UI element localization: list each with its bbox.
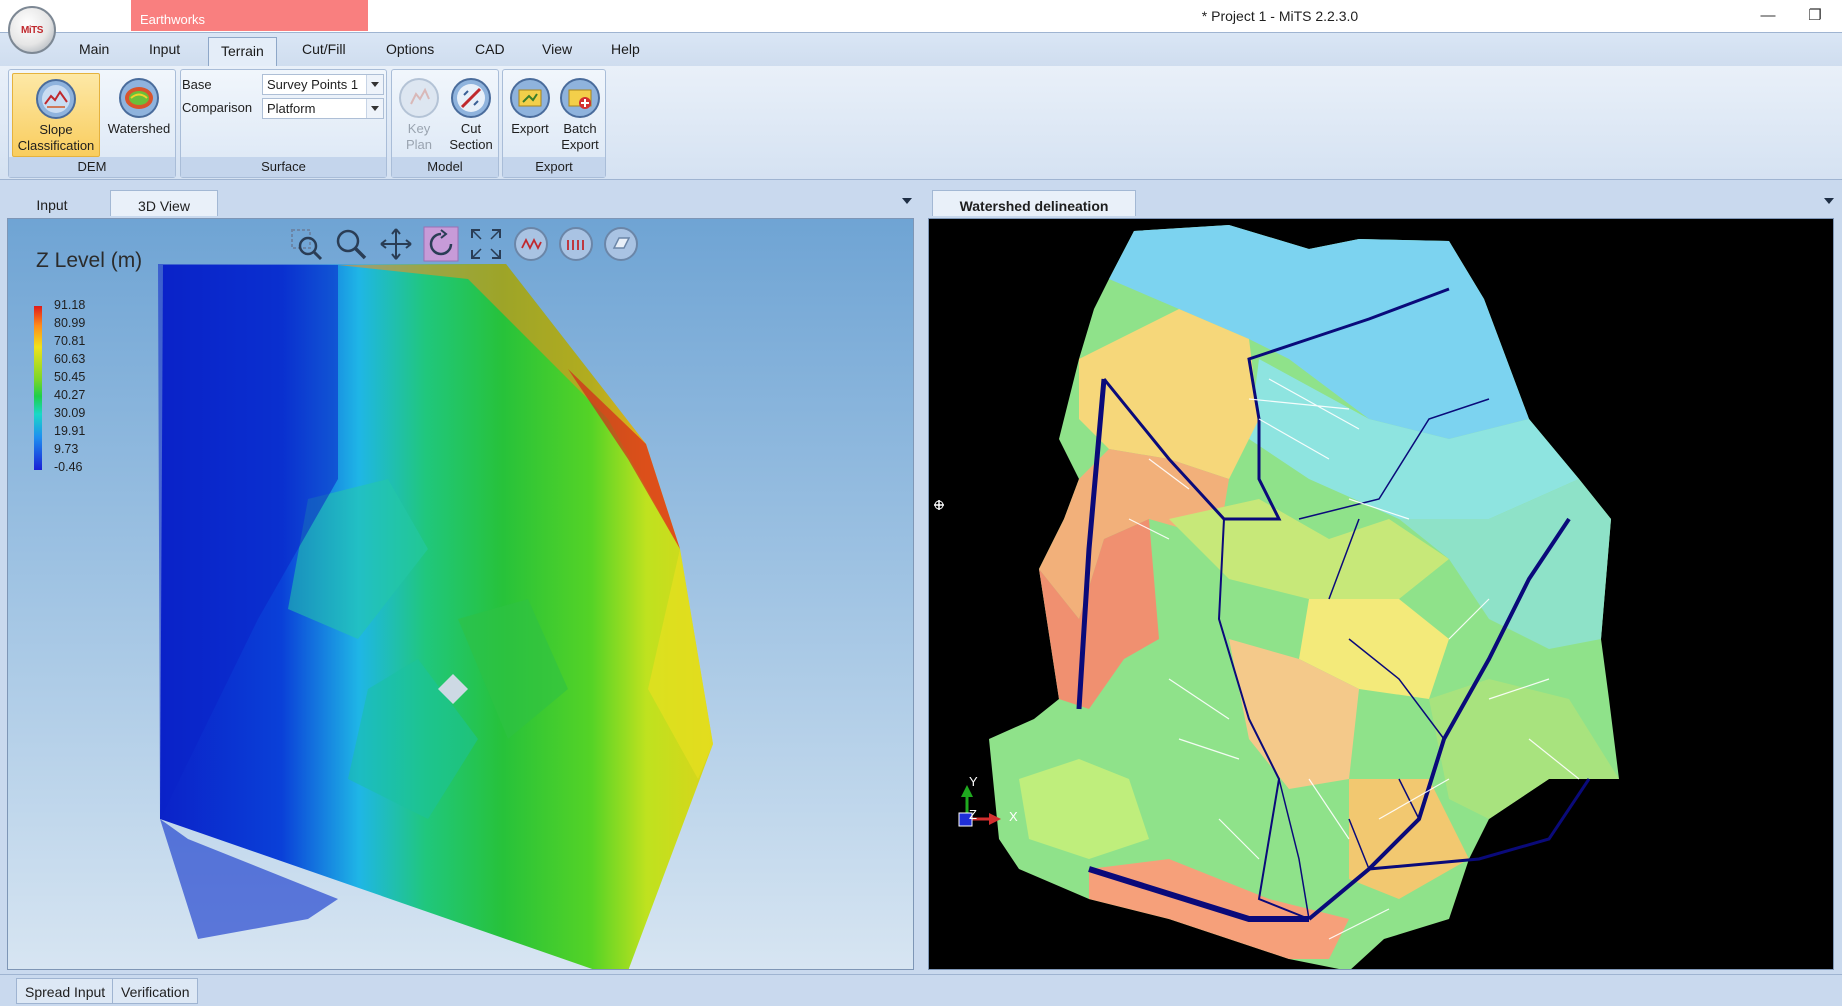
legend-tick: -0.46 — [54, 460, 83, 474]
comparison-select-value: Platform — [267, 101, 316, 116]
tab-help[interactable]: Help — [611, 41, 640, 57]
key-plan-icon — [399, 78, 439, 118]
app-logo-button[interactable]: MiTS — [8, 6, 56, 54]
key-plan-button[interactable]: Key Plan — [394, 73, 444, 157]
batch-export-button[interactable]: Batch Export — [555, 73, 605, 157]
tab-cad[interactable]: CAD — [475, 41, 505, 57]
tab-main[interactable]: Main — [79, 41, 109, 57]
legend-tick: 40.27 — [54, 388, 86, 402]
fill-profile-icon[interactable] — [558, 226, 594, 262]
export-label: Export — [511, 121, 549, 136]
status-bar: Spread Input Verification — [0, 974, 1842, 1006]
watershed-map — [934, 225, 1619, 969]
tab-spread-input[interactable]: Spread Input — [16, 978, 115, 1004]
3d-view-canvas[interactable]: Z Level (m) 91.18 80.99 70.81 60.63 50.4… — [7, 218, 914, 970]
chevron-down-icon[interactable] — [366, 75, 383, 94]
key-plan-label-2: Plan — [405, 137, 433, 152]
tab-cut-fill[interactable]: Cut/Fill — [302, 41, 346, 57]
ribbon-group-dem: Slope Classification Watershed DEM — [8, 69, 176, 178]
legend-tick: 30.09 — [54, 406, 86, 420]
pan-icon[interactable] — [378, 226, 414, 262]
ribbon-group-label-surface: Surface — [181, 157, 386, 177]
transparency-icon[interactable] — [603, 226, 639, 262]
comparison-select[interactable]: Platform — [262, 98, 384, 119]
fit-extents-icon[interactable] — [468, 226, 504, 262]
legend-tick: 50.45 — [54, 370, 86, 384]
legend-color-bar — [34, 306, 42, 470]
title-bar: Earthworks * Project 1 - MiTS 2.2.3.0 — … — [0, 0, 1842, 32]
tab-view[interactable]: View — [542, 41, 572, 57]
chevron-down-icon[interactable] — [902, 198, 912, 204]
watershed-canvas[interactable]: Y Z X — [928, 218, 1834, 970]
app-logo-text: MiTS — [21, 24, 43, 36]
watershed-label: Watershed — [107, 121, 171, 136]
cut-section-label-1: Cut — [460, 121, 482, 136]
comparison-label: Comparison — [182, 100, 253, 115]
chevron-down-icon[interactable] — [366, 99, 383, 118]
cut-profile-icon[interactable] — [513, 226, 549, 262]
base-label: Base — [182, 77, 212, 92]
batch-export-label-2: Export — [561, 137, 599, 152]
slope-classification-label-2: Classification — [17, 138, 95, 153]
terrain-3d-mesh — [158, 264, 713, 969]
left-pane-tabs: Input 3D View — [0, 186, 920, 216]
ribbon-group-label-dem: DEM — [9, 157, 175, 177]
restore-button[interactable]: ❐ — [1800, 5, 1830, 27]
export-button[interactable]: Export — [505, 73, 555, 157]
chevron-down-icon[interactable] — [1824, 198, 1834, 204]
right-pane-tabs: Watershed delineation — [922, 186, 1842, 216]
watershed-button[interactable]: Watershed — [103, 73, 175, 157]
ribbon: Slope Classification Watershed DEM Base … — [0, 66, 1842, 180]
legend-tick: 91.18 — [54, 298, 86, 312]
ribbon-group-label-export: Export — [503, 157, 605, 177]
slope-classification-button[interactable]: Slope Classification — [12, 73, 100, 157]
axis-label-y: Y — [969, 774, 978, 789]
menu-bar: Main Input Terrain Cut/Fill Options CAD … — [0, 32, 1842, 67]
legend-tick: 60.63 — [54, 352, 86, 366]
tab-input-pane[interactable]: Input — [8, 190, 96, 216]
context-tab-earthworks: Earthworks — [131, 0, 368, 31]
batch-export-icon — [560, 78, 600, 118]
base-select[interactable]: Survey Points 1 — [262, 74, 384, 95]
key-plan-label-1: Key — [407, 121, 431, 136]
batch-export-label-1: Batch — [563, 121, 597, 136]
ribbon-group-export: Export Batch Export Export — [502, 69, 606, 178]
tab-options[interactable]: Options — [386, 41, 434, 57]
ribbon-group-label-model: Model — [392, 157, 498, 177]
legend-title: Z Level (m) — [36, 249, 143, 272]
tab-input[interactable]: Input — [149, 41, 180, 57]
tab-watershed-delineation[interactable]: Watershed delineation — [932, 190, 1136, 216]
zoom-window-icon[interactable] — [288, 226, 324, 262]
slope-classification-label-1: Slope — [39, 122, 73, 137]
legend-tick: 80.99 — [54, 316, 86, 330]
zoom-icon[interactable] — [333, 226, 369, 262]
tab-3d-view[interactable]: 3D View — [110, 190, 218, 216]
legend-tick: 70.81 — [54, 334, 86, 348]
minimize-button[interactable]: — — [1753, 5, 1783, 27]
tab-verification[interactable]: Verification — [112, 978, 199, 1004]
cut-section-label-2: Section — [449, 137, 493, 152]
rotate-icon[interactable] — [423, 226, 459, 262]
window-title: * Project 1 - MiTS 2.2.3.0 — [1201, 8, 1359, 24]
legend-tick: 9.73 — [54, 442, 79, 456]
axis-label-x: X — [1009, 809, 1018, 824]
watershed-icon — [119, 78, 159, 118]
legend-tick: 19.91 — [54, 424, 86, 438]
tab-terrain[interactable]: Terrain — [208, 37, 277, 67]
export-icon — [510, 78, 550, 118]
base-select-value: Survey Points 1 — [267, 77, 359, 92]
cut-section-button[interactable]: Cut Section — [444, 73, 498, 157]
ribbon-group-surface: Base Survey Points 1 Comparison Platform… — [180, 69, 387, 178]
slope-classification-icon — [36, 79, 76, 119]
cut-section-icon — [451, 78, 491, 118]
axis-label-z: Z — [969, 807, 977, 822]
ribbon-group-model: Key Plan Cut Section Model — [391, 69, 499, 178]
